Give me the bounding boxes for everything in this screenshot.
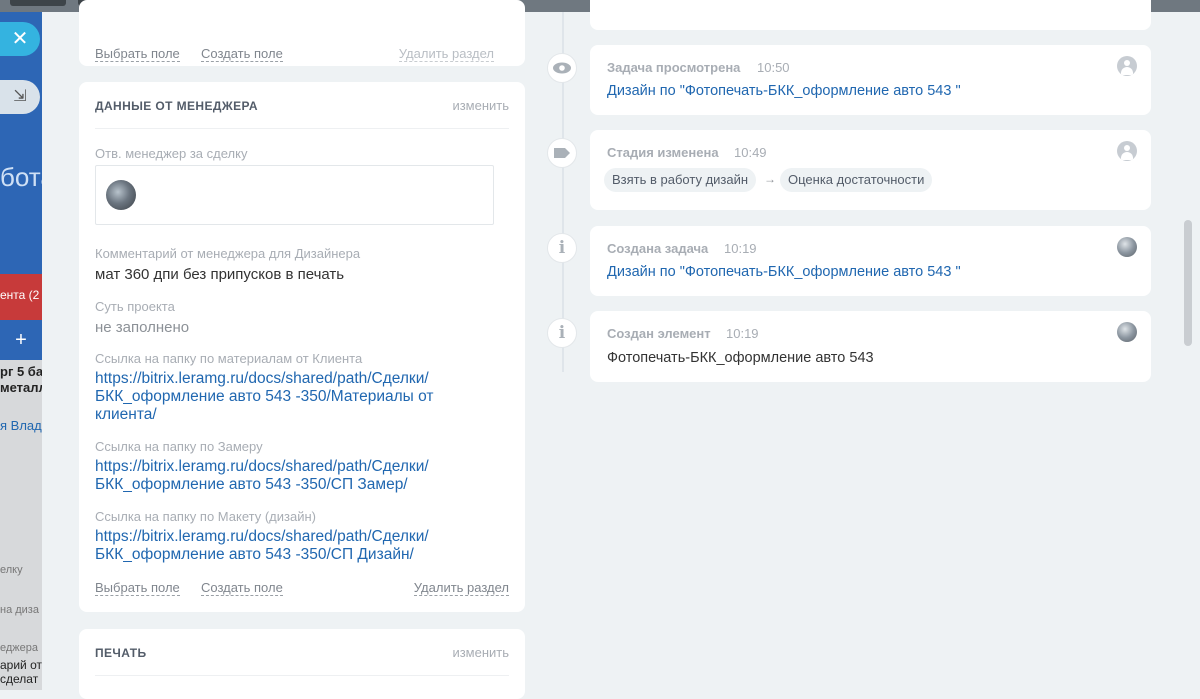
section-title: ДАННЫЕ ОТ МЕНЕДЖЕРА xyxy=(95,99,258,113)
minimize-slider-button[interactable]: ⇲ xyxy=(0,80,40,114)
section-title: ПЕЧАТЬ xyxy=(95,646,147,660)
event-time: 10:19 xyxy=(724,241,757,256)
top-strip-block xyxy=(10,0,66,6)
task-link[interactable]: Дизайн по "Фотопечать-БКК_оформление авт… xyxy=(607,83,961,99)
section-divider xyxy=(95,675,509,676)
timeline-item: Создан элемент 10:19 Фотопечать-БКК_офор… xyxy=(590,311,1151,382)
scrollbar[interactable] xyxy=(1184,220,1192,346)
timeline-item: Задача просмотрена 10:50 Дизайн по "Фото… xyxy=(590,45,1151,115)
print-card: ПЕЧАТЬ изменить xyxy=(79,629,525,699)
eye-icon xyxy=(547,53,577,83)
manager-data-card: ДАННЫЕ ОТ МЕНЕДЖЕРА изменить Отв. менедж… xyxy=(79,82,525,612)
timeline-item: Стадия изменена 10:49 Взять в работу диз… xyxy=(590,130,1151,210)
select-field-link[interactable]: Выбрать поле xyxy=(95,47,180,62)
field-value: не заполнено xyxy=(95,319,190,336)
background-text: сделат xyxy=(0,672,39,686)
field-label: Ссылка на папку по материалам от Клиента xyxy=(95,351,363,366)
background-text: еджера xyxy=(0,642,39,654)
close-icon: ✕ xyxy=(11,28,29,50)
previous-section-card: Выбрать поле Создать поле Удалить раздел xyxy=(79,0,525,66)
event-title: Задача просмотрена xyxy=(607,60,741,75)
field-value: мат 360 дпи без припусков в печать xyxy=(95,266,345,283)
element-name: Фотопечать-БКК_оформление авто 543 xyxy=(607,350,874,366)
background-text: бота xyxy=(0,162,42,192)
avatar[interactable] xyxy=(1117,322,1137,342)
field-label: Ссылка на папку по Замеру xyxy=(95,439,263,454)
background-text: я Влад xyxy=(0,418,42,433)
background-text: елку xyxy=(0,564,23,576)
stage-to-chip: Оценка достаточности xyxy=(780,168,933,192)
close-slider-button[interactable]: ✕ xyxy=(0,22,40,56)
info-icon: i xyxy=(547,318,577,348)
avatar[interactable] xyxy=(106,180,136,210)
create-field-link[interactable]: Создать поле xyxy=(201,47,283,62)
field-label: Комментарий от менеджера для Дизайнера xyxy=(95,246,361,261)
background-tab: ента (2 xyxy=(0,274,42,320)
event-time: 10:49 xyxy=(734,145,767,160)
create-field-link[interactable]: Создать поле xyxy=(201,581,283,596)
edit-section-link[interactable]: изменить xyxy=(452,645,509,660)
section-divider xyxy=(95,128,509,129)
delete-section-link[interactable]: Удалить раздел xyxy=(398,47,494,62)
field-label: Ссылка на папку по Макету (дизайн) xyxy=(95,509,316,524)
event-title: Создан элемент xyxy=(607,326,711,341)
background-add-button: + xyxy=(0,320,42,360)
download-arrow-icon: ⇲ xyxy=(13,88,27,105)
select-field-link[interactable]: Выбрать поле xyxy=(95,581,180,596)
background-text: ента (2 xyxy=(0,288,40,302)
event-title: Стадия изменена xyxy=(607,145,719,160)
edit-section-link[interactable]: изменить xyxy=(452,98,509,113)
background-text: на диза xyxy=(0,604,39,616)
measurement-folder-link[interactable]: https://bitrix.leramg.ru/docs/shared/pat… xyxy=(95,458,455,494)
arrow-right-icon: → xyxy=(764,172,776,186)
timeline-item: Создана задача 10:19 Дизайн по "Фотопеча… xyxy=(590,226,1151,296)
background-text: рг 5 ба xyxy=(0,364,42,379)
details-panel: Выбрать поле Создать поле Удалить раздел… xyxy=(42,0,1200,699)
stage-from-chip: Взять в работу дизайн xyxy=(604,168,757,192)
event-time: 10:19 xyxy=(726,326,759,341)
timeline-item xyxy=(590,0,1151,30)
info-icon: i xyxy=(547,233,577,263)
task-link[interactable]: Дизайн по "Фотопечать-БКК_оформление авт… xyxy=(607,264,961,280)
event-time: 10:50 xyxy=(757,60,790,75)
user-icon[interactable] xyxy=(1117,56,1137,76)
client-materials-link[interactable]: https://bitrix.leramg.ru/docs/shared/pat… xyxy=(95,370,455,424)
background-text: арий от xyxy=(0,658,42,672)
delete-section-link[interactable]: Удалить раздел xyxy=(413,581,509,596)
field-label: Суть проекта xyxy=(95,299,175,314)
background-text: металл xyxy=(0,380,42,395)
responsible-manager-field[interactable] xyxy=(95,165,494,225)
field-label: Отв. менеджер за сделку xyxy=(95,146,248,161)
user-icon[interactable] xyxy=(1117,141,1137,161)
design-folder-link[interactable]: https://bitrix.leramg.ru/docs/shared/pat… xyxy=(95,528,455,564)
event-title: Создана задача xyxy=(607,241,709,256)
tag-icon xyxy=(547,138,577,168)
avatar[interactable] xyxy=(1117,237,1137,257)
